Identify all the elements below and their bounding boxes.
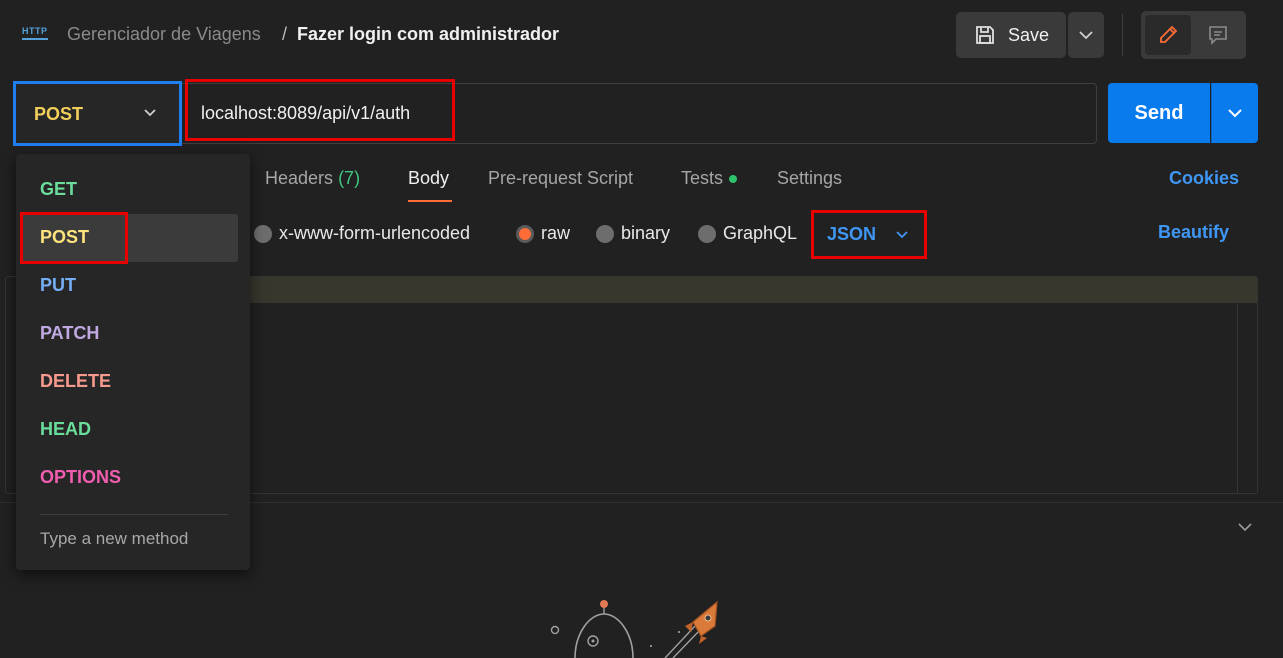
editor-scrollbar-thumb[interactable] [1238,277,1257,303]
tests-status-dot [729,175,738,184]
astronaut-rocket-illustration [550,600,718,658]
chevron-down-icon [896,231,908,239]
method-option-delete[interactable]: DELETE [40,371,111,392]
radio-raw[interactable]: raw [516,223,570,244]
tab-headers[interactable]: Headers (7) [265,168,360,189]
method-option-options[interactable]: OPTIONS [40,467,121,488]
radio-dot-selected [516,224,534,243]
beautify-link[interactable]: Beautify [1158,222,1229,243]
toolbar-divider [1122,14,1123,56]
new-method-input[interactable]: Type a new method [40,529,188,549]
radio-graphql[interactable]: GraphQL [698,223,797,244]
radio-dot [596,224,614,243]
request-title[interactable]: Fazer login com administrador [297,24,559,45]
send-options-button[interactable] [1211,83,1258,143]
radio-binary[interactable]: binary [596,223,670,244]
radio-urlencoded[interactable]: x-www-form-urlencoded [254,223,470,244]
tab-pre-request-script[interactable]: Pre-request Script [488,168,633,189]
radio-label: raw [541,223,571,243]
pencil-icon [1160,25,1178,43]
method-option-put[interactable]: PUT [40,275,76,296]
top-bar: HTTP Gerenciador de Viagens / Fazer logi… [0,0,1283,70]
body-format-label: JSON [827,224,877,244]
radio-label: x-www-form-urlencoded [279,223,471,243]
save-icon [976,26,994,44]
tab-headers-label: Headers [265,168,334,188]
chevron-down-icon [1079,31,1093,40]
radio-dot [254,224,272,243]
tab-body[interactable]: Body [408,168,449,189]
edit-mode-button[interactable] [1145,15,1191,55]
comment-icon [1209,26,1227,45]
chevron-down-icon [1228,109,1242,118]
headers-count: (7) [338,168,361,188]
method-option-post[interactable]: POST [40,227,89,248]
breadcrumb-separator: / [282,24,288,44]
method-option-patch[interactable]: PATCH [40,323,99,344]
method-option-head[interactable]: HEAD [40,419,91,440]
editor-scrollbar[interactable] [1237,277,1257,493]
method-select-label: POST [34,104,84,124]
method-select[interactable]: POST [13,81,182,146]
body-format-select[interactable]: JSON [811,210,927,259]
radio-dot [698,224,716,243]
dropdown-divider [40,514,228,515]
tab-tests[interactable]: Tests [681,168,738,189]
cookies-link[interactable]: Cookies [1169,168,1239,189]
save-options-button[interactable] [1068,12,1104,58]
breadcrumb-collection[interactable]: Gerenciador de Viagens [67,24,261,45]
radio-label: GraphQL [723,223,798,243]
chevron-down-icon[interactable] [1236,518,1254,536]
comments-button[interactable] [1196,15,1240,55]
url-annotation-box [185,79,455,141]
method-option-get[interactable]: GET [40,179,77,200]
save-button-label: Save [1008,24,1050,45]
http-request-icon: HTTP [22,24,50,46]
active-tab-indicator [408,200,452,202]
tab-settings[interactable]: Settings [777,168,842,189]
send-button[interactable]: Send [1108,83,1210,143]
save-button[interactable]: Save [956,12,1066,58]
tab-tests-label: Tests [681,168,724,188]
radio-label: binary [621,223,671,243]
chevron-down-icon [144,109,156,117]
editor-active-line [250,277,1237,303]
